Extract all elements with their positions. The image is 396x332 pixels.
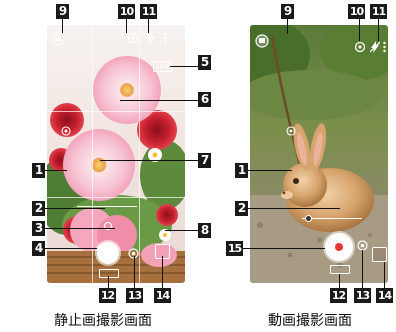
focus-point-icon[interactable] — [286, 126, 296, 136]
thumbnail-icon[interactable] — [51, 32, 65, 46]
video-capture-screen — [250, 25, 388, 283]
callout-2: 2 — [32, 201, 45, 216]
callout-10: 10 — [118, 4, 135, 19]
leader-line — [287, 19, 288, 34]
mode-switch-area[interactable] — [330, 265, 350, 274]
mode-switch-area[interactable] — [99, 269, 119, 278]
callout-5: 5 — [198, 55, 211, 70]
callout-12: 12 — [330, 288, 347, 303]
leader-line — [384, 262, 385, 288]
callout-13: 13 — [126, 288, 143, 303]
callout-8: 8 — [198, 223, 211, 238]
more-options-icon[interactable] — [164, 32, 167, 44]
switch-camera-icon[interactable] — [354, 41, 366, 53]
leader-line — [378, 19, 379, 41]
leader-line — [45, 208, 105, 209]
callout-3: 3 — [32, 221, 45, 236]
leader-line — [362, 250, 363, 288]
leader-line — [126, 19, 127, 33]
callout-12: 12 — [99, 288, 116, 303]
callout-15: 15 — [226, 241, 243, 256]
callout-6: 6 — [198, 92, 211, 107]
callout-13: 13 — [354, 288, 371, 303]
video-screen-caption: 動画撮影画面 — [268, 313, 352, 329]
leader-line — [120, 100, 198, 101]
photo-screen-caption: 静止画撮影画面 — [54, 313, 152, 329]
record-button[interactable] — [325, 233, 353, 261]
shutter-button[interactable] — [97, 242, 119, 264]
leader-line — [108, 276, 109, 288]
leader-line — [62, 19, 63, 33]
light-off-icon[interactable] — [370, 41, 380, 53]
leader-line — [170, 66, 198, 67]
leader-line — [359, 19, 360, 41]
callout-11: 11 — [140, 4, 157, 19]
callout-1: 1 — [32, 163, 45, 178]
leader-line — [100, 160, 198, 161]
leader-line — [134, 256, 135, 288]
leader-line — [45, 228, 115, 229]
callout-11: 11 — [370, 4, 387, 19]
callout-4: 4 — [32, 241, 45, 256]
flash-icon[interactable] — [147, 32, 155, 44]
callout-10: 10 — [348, 4, 365, 19]
leader-line — [45, 170, 67, 171]
leader-line — [148, 19, 149, 33]
leader-line — [243, 248, 325, 249]
thumbnail-icon[interactable] — [255, 34, 269, 48]
more-options-icon[interactable] — [383, 41, 386, 53]
callout-14: 14 — [154, 288, 171, 303]
gallery-thumbnail[interactable] — [372, 247, 387, 262]
callout-7: 7 — [198, 153, 211, 168]
callout-14: 14 — [376, 288, 393, 303]
record-dot — [335, 243, 343, 251]
brightness-icon[interactable] — [103, 221, 113, 231]
grid-line — [92, 25, 93, 283]
leader-line — [248, 208, 340, 209]
callout-1: 1 — [235, 163, 248, 178]
leader-line — [45, 248, 97, 249]
photo-capture-screen: 16:9 — [47, 25, 185, 283]
callout-9: 9 — [281, 4, 294, 19]
leader-line — [165, 230, 198, 231]
grid-line — [47, 111, 185, 112]
callout-2: 2 — [235, 201, 248, 216]
switch-camera-icon[interactable] — [127, 32, 139, 44]
leader-line — [339, 274, 340, 288]
callout-9: 9 — [56, 4, 69, 19]
leader-line — [162, 256, 163, 288]
zoom-slider[interactable] — [77, 206, 137, 207]
zoom-handle-icon[interactable] — [304, 214, 313, 223]
leader-line — [248, 170, 292, 171]
focus-point-icon[interactable] — [61, 126, 71, 136]
grid-line — [139, 25, 140, 283]
grid-line — [47, 197, 185, 198]
